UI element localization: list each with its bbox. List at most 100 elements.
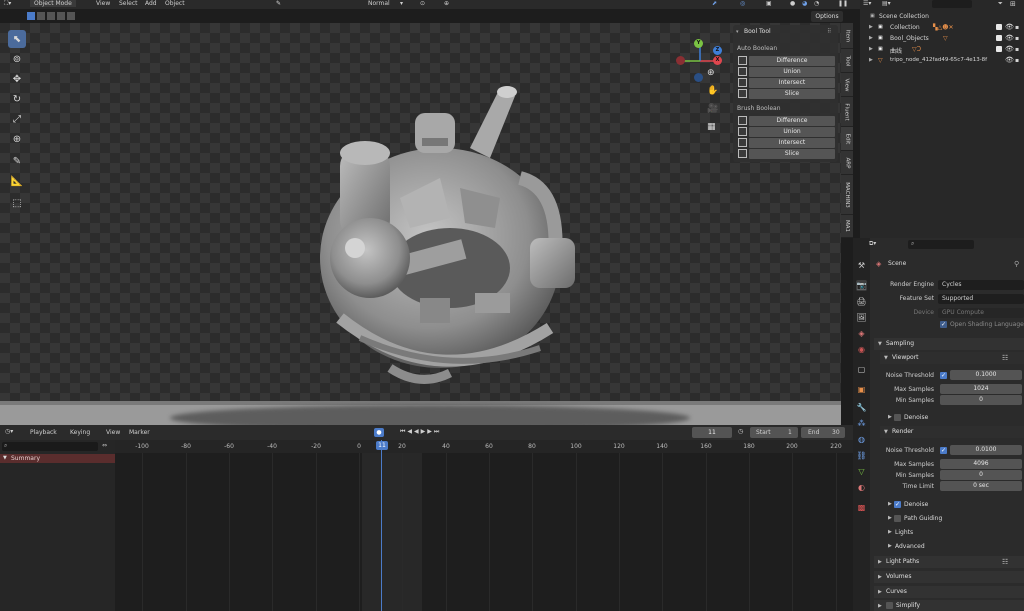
orientation-dropdown[interactable]: Normal — [368, 0, 390, 7]
menu-playback[interactable]: Playback — [30, 429, 57, 436]
exclude-checkbox[interactable] — [996, 24, 1002, 30]
stopwatch-icon[interactable]: ◷ — [738, 428, 743, 435]
snap-icon[interactable]: ⊕ — [444, 0, 449, 7]
gizmo-toggle-icon[interactable]: ⬈ — [712, 0, 717, 7]
pin-icon[interactable]: ⚲ — [1014, 260, 1019, 268]
outliner-row-curve[interactable]: ▶ ▣ 曲线 ▽ᑐ 👁 ▪ — [860, 44, 1024, 55]
playhead[interactable] — [381, 440, 382, 611]
tab-item[interactable]: Item — [841, 23, 853, 49]
tab-tool[interactable]: Tool — [841, 49, 853, 73]
cursor-tool[interactable]: ⊚ — [8, 50, 26, 68]
collapse-icon[interactable]: ▾ — [736, 29, 739, 35]
render-engine-dropdown[interactable]: Cycles — [938, 280, 1024, 290]
vp-denoise-checkbox[interactable] — [894, 414, 901, 421]
tool-tab-icon[interactable]: ⚒ — [856, 260, 867, 271]
vp-noise-threshold-field[interactable]: 0.1000 — [950, 370, 1022, 380]
tab-fluent[interactable]: Fluent — [841, 97, 853, 127]
select-intersect-icon[interactable] — [67, 12, 75, 20]
add-cube-tool[interactable]: ⬚ — [8, 194, 26, 212]
frame-ruler[interactable]: -100 -80 -60 -40 -20 0 20 40 60 80 100 1… — [115, 440, 853, 453]
outliner-row-collection[interactable]: ▶ ▣ Collection ▚△☻✕ 👁 ▪ — [860, 22, 1024, 33]
r-denoise-checkbox[interactable]: ✓ — [894, 501, 901, 508]
pivot-icon[interactable]: ⊙ — [420, 0, 425, 7]
menu-object[interactable]: Object — [165, 0, 185, 7]
tab-machin3[interactable]: MACHIN3 — [841, 175, 853, 215]
gizmo-x-axis[interactable]: X — [713, 56, 722, 65]
chevron-down-icon[interactable]: ▾ — [400, 0, 403, 7]
shading-material-icon[interactable]: ◕ — [802, 0, 807, 7]
select-extend-icon[interactable] — [37, 12, 45, 20]
editor-type-icon[interactable]: ☰▾ — [863, 0, 871, 7]
exclude-checkbox[interactable] — [996, 46, 1002, 52]
vp-noise-threshold-checkbox[interactable]: ✓ — [940, 372, 947, 379]
lights-subpanel[interactable]: Lights — [895, 529, 913, 536]
editor-type-icon[interactable]: ⧉▾ — [869, 240, 876, 248]
gizmo-z-axis[interactable]: Z — [713, 46, 722, 55]
eye-icon[interactable]: 👁 — [1005, 23, 1014, 31]
record-icon[interactable]: ● — [374, 428, 384, 437]
menu-marker[interactable]: Marker — [129, 429, 150, 436]
camera-icon[interactable]: 🎥 — [707, 104, 718, 114]
scene-tab-icon[interactable]: ◈ — [856, 328, 867, 339]
collection-tab-icon[interactable]: ▢ — [856, 364, 867, 375]
properties-search-input[interactable] — [908, 240, 974, 249]
mode-dropdown[interactable]: Object Mode — [30, 0, 76, 7]
timeline-area[interactable] — [0, 440, 853, 611]
eyedropper-icon[interactable]: ✎ — [276, 0, 281, 7]
expand-icon[interactable]: ▶ — [869, 46, 873, 52]
xray-icon[interactable]: ▣ — [766, 0, 772, 7]
r-noise-threshold-checkbox[interactable]: ✓ — [940, 447, 947, 454]
modifier-tab-icon[interactable]: 🔧 — [856, 402, 867, 413]
path-guiding-checkbox[interactable] — [894, 515, 901, 522]
camera-icon[interactable]: ▪ — [1015, 57, 1019, 64]
outliner-search-input[interactable] — [932, 0, 972, 8]
constraints-tab-icon[interactable]: ⛓ — [856, 450, 867, 461]
pan-hand-icon[interactable]: ✋ — [707, 86, 718, 96]
eye-icon[interactable]: 👁 — [1005, 34, 1014, 42]
tab-view[interactable]: View — [841, 73, 853, 97]
select-invert-icon[interactable] — [57, 12, 65, 20]
data-tab-icon[interactable]: ▽ — [856, 466, 867, 477]
r-min-samples-field[interactable]: 0 — [940, 470, 1022, 480]
outliner-row-tripo-node[interactable]: ▶ ▽ tripo_node_412fad49-65c7-4e13-8f 👁 ▪ — [860, 55, 1024, 66]
output-tab-icon[interactable]: 🖨 — [856, 296, 867, 307]
editor-type-icon[interactable]: ⛶▾ — [4, 0, 11, 8]
world-tab-icon[interactable]: ◉ — [856, 344, 867, 355]
texture-tab-icon[interactable]: ▩ — [856, 502, 867, 513]
exclude-checkbox[interactable] — [996, 35, 1002, 41]
material-tab-icon[interactable]: ◐ — [856, 482, 867, 493]
camera-icon[interactable]: ▪ — [1015, 24, 1019, 31]
volumes-panel-header[interactable]: ▶ Volumes — [874, 571, 1024, 583]
auto-union-button[interactable]: Union — [749, 67, 835, 77]
presets-icon[interactable]: ☷ — [1002, 352, 1008, 364]
filter-icon[interactable]: ⏷ — [998, 0, 1003, 8]
select-subtract-icon[interactable] — [47, 12, 55, 20]
menu-add[interactable]: Add — [145, 0, 157, 7]
chevron-right-icon[interactable]: ▶ — [888, 501, 892, 507]
menu-view[interactable]: View — [96, 0, 110, 7]
gizmo-neg-z[interactable] — [694, 73, 703, 82]
brush-difference-button[interactable]: Difference — [749, 116, 835, 126]
chevron-right-icon[interactable]: ▶ — [888, 529, 892, 535]
menu-view[interactable]: View — [106, 429, 120, 436]
swap-icon[interactable]: ⇔ — [102, 442, 107, 449]
device-dropdown[interactable]: GPU Compute — [938, 308, 1024, 318]
robot-model[interactable] — [300, 78, 590, 408]
menu-select[interactable]: Select — [119, 0, 138, 7]
auto-difference-button[interactable]: Difference — [749, 56, 835, 66]
new-collection-icon[interactable]: ⊞ — [1010, 0, 1016, 8]
shading-rendered-icon[interactable]: ◔ — [814, 0, 819, 7]
scale-tool[interactable]: ⤢ — [8, 110, 26, 128]
measure-tool[interactable]: 📐 — [8, 172, 26, 190]
vp-min-samples-field[interactable]: 0 — [940, 395, 1022, 405]
camera-icon[interactable]: ▪ — [1015, 46, 1019, 53]
eye-icon[interactable]: 👁 — [1005, 45, 1014, 53]
gizmo-neg-x[interactable] — [676, 56, 685, 65]
pause-icon[interactable]: ❚❚ — [838, 0, 848, 7]
expand-icon[interactable]: ▶ — [869, 35, 873, 41]
advanced-subpanel[interactable]: Advanced — [895, 543, 925, 550]
chevron-right-icon[interactable]: ▶ — [888, 515, 892, 521]
chevron-right-icon[interactable]: ▶ — [888, 543, 892, 549]
r-max-samples-field[interactable]: 4096 — [940, 459, 1022, 469]
summary-channel[interactable]: ▼ Summary — [0, 454, 115, 463]
